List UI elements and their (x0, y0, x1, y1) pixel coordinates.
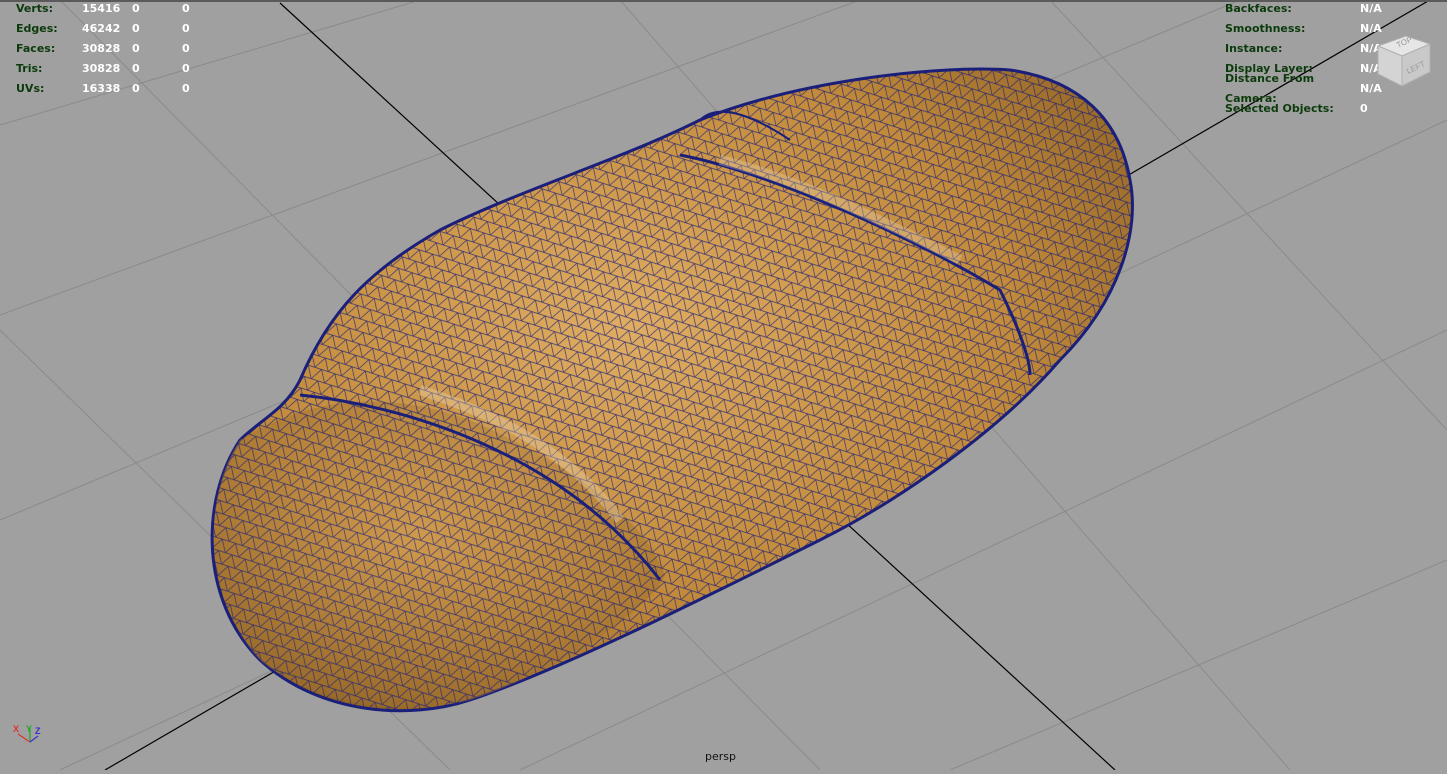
axis-y-label: Y (26, 724, 32, 734)
hud-row-backfaces: Backfaces: N/A (1225, 0, 1382, 19)
hud-value: 16338 (82, 82, 121, 95)
hud-value: 0 (182, 62, 190, 75)
hud-label: Instance: (1225, 42, 1283, 55)
hud-value: 15416 (82, 2, 121, 15)
poly-count-hud: Verts: 15416 0 0 Edges: 46242 0 0 Faces:… (0, 0, 222, 99)
wireframe-mesh (210, 67, 1134, 713)
hud-value: 0 (132, 82, 140, 95)
hud-value: 0 (132, 22, 140, 35)
camera-name-label: persp (705, 750, 736, 763)
hud-label: Backfaces: (1225, 2, 1292, 15)
hud-value: 0 (182, 42, 190, 55)
hud-row-tris: Tris: 30828 0 0 (0, 59, 222, 79)
view-cube[interactable]: TOP LEFT (1372, 18, 1436, 90)
axis-orientation-icon: X Y Z (12, 720, 52, 750)
hud-value: 46242 (82, 22, 121, 35)
hud-label: Tris: (16, 62, 43, 75)
hud-row-verts: Verts: 15416 0 0 (0, 0, 222, 19)
hud-row-instance: Instance: N/A (1225, 39, 1382, 59)
hud-label: Smoothness: (1225, 22, 1306, 35)
hud-value: 0 (132, 62, 140, 75)
hud-row-faces: Faces: 30828 0 0 (0, 39, 222, 59)
hud-value: 30828 (82, 62, 121, 75)
hud-label: Verts: (16, 2, 54, 15)
hud-value: 0 (132, 2, 140, 15)
axis-x-label: X (13, 724, 19, 734)
hud-row-selected-objects: Selected Objects: 0 (1225, 99, 1382, 119)
hud-value: 0 (182, 2, 190, 15)
hud-label: Faces: (16, 42, 56, 55)
hud-label: UVs: (16, 82, 45, 95)
hud-label: Selected Objects: (1225, 102, 1334, 115)
hud-value: 0 (132, 42, 140, 55)
hud-value: N/A (1360, 2, 1382, 15)
hud-value: 0 (1360, 102, 1368, 115)
hud-value: 0 (182, 82, 190, 95)
hud-value: 0 (182, 22, 190, 35)
hud-row-uvs: UVs: 16338 0 0 (0, 79, 222, 99)
hud-row-smoothness: Smoothness: N/A (1225, 19, 1382, 39)
hud-label: Edges: (16, 22, 58, 35)
hud-row-edges: Edges: 46242 0 0 (0, 19, 222, 39)
object-details-hud: Backfaces: N/A Smoothness: N/A Instance:… (1225, 0, 1382, 119)
hud-value: 30828 (82, 42, 121, 55)
hud-row-distance: Distance From Camera: N/A (1225, 72, 1382, 105)
axis-z-label: Z (35, 726, 41, 736)
